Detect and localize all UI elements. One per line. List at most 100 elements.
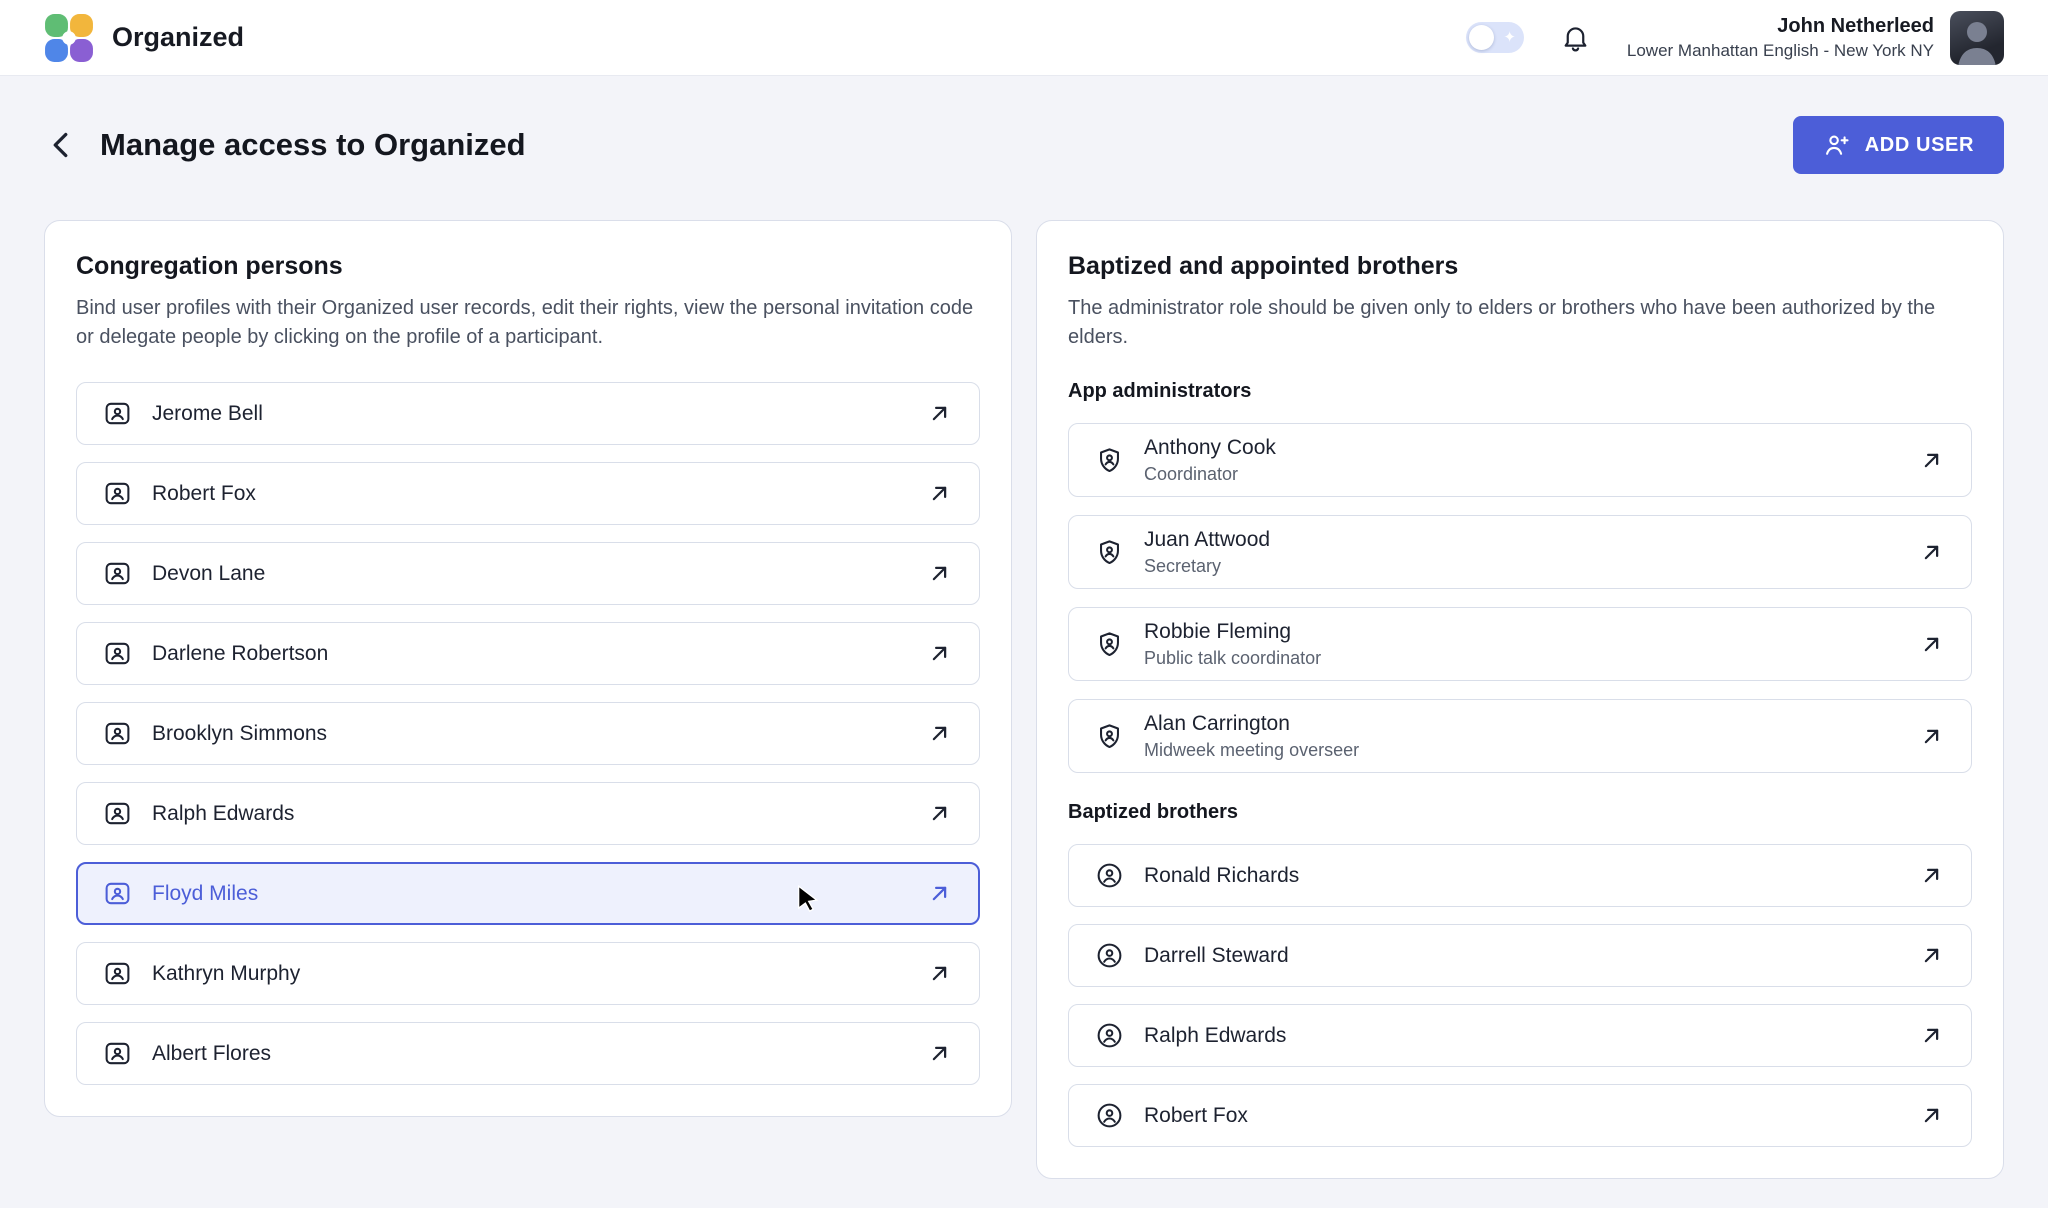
- congregation-person-row[interactable]: Kathryn Murphy: [76, 942, 980, 1005]
- administrator-row[interactable]: Alan Carrington Midweek meeting overseer: [1068, 699, 1972, 773]
- add-user-label: ADD USER: [1865, 134, 1974, 157]
- person-name: Brooklyn Simmons: [152, 722, 327, 746]
- congregation-person-row[interactable]: Albert Flores: [76, 1022, 980, 1085]
- manage-access-page: Manage access to Organized ADD USER Cong…: [0, 116, 2048, 1179]
- administrator-role: Midweek meeting overseer: [1144, 740, 1359, 761]
- shield-person-icon: [1095, 446, 1124, 475]
- person-circle-icon: [1095, 1101, 1124, 1130]
- open-profile-arrow-icon[interactable]: [926, 800, 953, 827]
- contact-card-icon: [103, 959, 132, 988]
- person-name: Robert Fox: [152, 482, 256, 506]
- congregation-persons-card: Congregation persons Bind user profiles …: [44, 220, 1012, 1117]
- avatar-photo: [1950, 11, 2004, 65]
- add-user-icon: [1823, 131, 1851, 159]
- brother-name: Ralph Edwards: [1144, 1024, 1286, 1048]
- toggle-knob: [1469, 25, 1494, 50]
- congregation-person-row[interactable]: Floyd Miles: [76, 862, 980, 925]
- brand[interactable]: Organized: [44, 13, 244, 63]
- person-name: Darlene Robertson: [152, 642, 328, 666]
- app-administrators-label: App administrators: [1068, 380, 1972, 403]
- administrator-name: Robbie Fleming: [1144, 620, 1321, 644]
- administrator-row[interactable]: Juan Attwood Secretary: [1068, 515, 1972, 589]
- brother-row[interactable]: Ronald Richards: [1068, 844, 1972, 907]
- person-name: Kathryn Murphy: [152, 962, 300, 986]
- congregation-card-title: Congregation persons: [76, 252, 980, 281]
- user-avatar[interactable]: [1950, 11, 2004, 65]
- open-profile-arrow-icon[interactable]: [1918, 539, 1945, 566]
- open-profile-arrow-icon[interactable]: [926, 400, 953, 427]
- open-profile-arrow-icon[interactable]: [926, 960, 953, 987]
- administrator-role: Secretary: [1144, 556, 1270, 577]
- person-circle-icon: [1095, 1021, 1124, 1050]
- open-profile-arrow-icon[interactable]: [1918, 631, 1945, 658]
- congregation-person-row[interactable]: Darlene Robertson: [76, 622, 980, 685]
- user-block[interactable]: John Netherleed Lower Manhattan English …: [1627, 11, 2004, 65]
- open-profile-arrow-icon[interactable]: [1918, 447, 1945, 474]
- brother-name: Darrell Steward: [1144, 944, 1289, 968]
- open-profile-arrow-icon[interactable]: [926, 720, 953, 747]
- person-name: Ralph Edwards: [152, 802, 294, 826]
- topbar: Organized ✦ John Netherleed Lower Manhat…: [0, 0, 2048, 76]
- theme-toggle[interactable]: ✦: [1466, 22, 1524, 53]
- open-profile-arrow-icon[interactable]: [926, 560, 953, 587]
- brother-row[interactable]: Darrell Steward: [1068, 924, 1972, 987]
- open-profile-arrow-icon[interactable]: [1918, 942, 1945, 969]
- contact-card-icon: [103, 399, 132, 428]
- user-congregation: Lower Manhattan English - New York NY: [1627, 41, 1934, 61]
- brother-name: Robert Fox: [1144, 1104, 1248, 1128]
- baptized-brothers-label: Baptized brothers: [1068, 801, 1972, 824]
- brothers-card-title: Baptized and appointed brothers: [1068, 252, 1972, 281]
- baptized-brothers-card: Baptized and appointed brothers The admi…: [1036, 220, 2004, 1179]
- shield-person-icon: [1095, 722, 1124, 751]
- congregation-card-description: Bind user profiles with their Organized …: [76, 294, 980, 352]
- shield-person-icon: [1095, 538, 1124, 567]
- congregation-person-row[interactable]: Robert Fox: [76, 462, 980, 525]
- contact-card-icon: [103, 639, 132, 668]
- open-profile-arrow-icon[interactable]: [926, 480, 953, 507]
- administrator-row[interactable]: Anthony Cook Coordinator: [1068, 423, 1972, 497]
- person-circle-icon: [1095, 861, 1124, 890]
- administrator-row[interactable]: Robbie Fleming Public talk coordinator: [1068, 607, 1972, 681]
- shield-person-icon: [1095, 630, 1124, 659]
- open-profile-arrow-icon[interactable]: [926, 640, 953, 667]
- administrator-name: Anthony Cook: [1144, 436, 1276, 460]
- add-user-button[interactable]: ADD USER: [1793, 116, 2004, 174]
- user-name: John Netherleed: [1627, 15, 1934, 38]
- contact-card-icon: [103, 559, 132, 588]
- congregation-person-row[interactable]: Brooklyn Simmons: [76, 702, 980, 765]
- contact-card-icon: [103, 799, 132, 828]
- congregation-person-row[interactable]: Devon Lane: [76, 542, 980, 605]
- contact-card-icon: [103, 1039, 132, 1068]
- notifications-bell-icon[interactable]: [1560, 22, 1591, 53]
- brothers-card-description: The administrator role should be given o…: [1068, 294, 1972, 352]
- baptized-brothers-list: Ronald Richards Darrell Steward: [1068, 844, 1972, 1147]
- open-profile-arrow-icon[interactable]: [1918, 723, 1945, 750]
- person-name: Devon Lane: [152, 562, 265, 586]
- administrator-role: Coordinator: [1144, 464, 1276, 485]
- page-header: Manage access to Organized ADD USER: [44, 116, 2004, 174]
- open-profile-arrow-icon[interactable]: [1918, 862, 1945, 889]
- back-chevron-icon[interactable]: [44, 127, 80, 163]
- congregation-person-row[interactable]: Ralph Edwards: [76, 782, 980, 845]
- page-title: Manage access to Organized: [100, 127, 526, 163]
- person-circle-icon: [1095, 941, 1124, 970]
- open-profile-arrow-icon[interactable]: [926, 1040, 953, 1067]
- administrator-name: Juan Attwood: [1144, 528, 1270, 552]
- administrator-role: Public talk coordinator: [1144, 648, 1321, 669]
- person-name: Floyd Miles: [152, 882, 258, 906]
- administrator-name: Alan Carrington: [1144, 712, 1359, 736]
- organized-logo-icon: [44, 13, 94, 63]
- person-name: Albert Flores: [152, 1042, 271, 1066]
- open-profile-arrow-icon[interactable]: [1918, 1022, 1945, 1049]
- app-name: Organized: [112, 22, 244, 53]
- congregation-person-row[interactable]: Jerome Bell: [76, 382, 980, 445]
- open-profile-arrow-icon[interactable]: [926, 880, 953, 907]
- congregation-persons-list: Jerome Bell Robert Fox: [76, 382, 980, 1085]
- brother-row[interactable]: Ralph Edwards: [1068, 1004, 1972, 1067]
- brother-name: Ronald Richards: [1144, 864, 1299, 888]
- sparkle-icon: ✦: [1503, 28, 1516, 47]
- open-profile-arrow-icon[interactable]: [1918, 1102, 1945, 1129]
- contact-card-icon: [103, 479, 132, 508]
- brother-row[interactable]: Robert Fox: [1068, 1084, 1972, 1147]
- contact-card-icon: [103, 879, 132, 908]
